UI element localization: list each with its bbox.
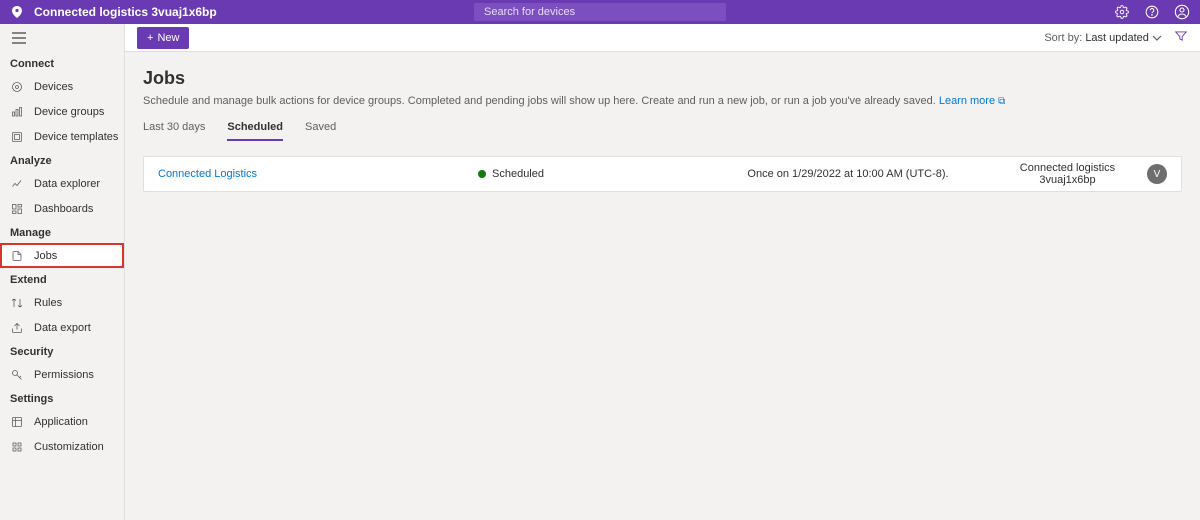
- data-explorer-icon: [10, 177, 24, 191]
- job-schedule: Once on 1/29/2022 at 10:00 AM (UTC-8).: [698, 168, 998, 180]
- page-body: Jobs Schedule and manage bulk actions fo…: [125, 52, 1200, 204]
- application-icon: [10, 415, 24, 429]
- location-pin-icon: [10, 6, 24, 18]
- job-status: Scheduled: [478, 168, 698, 180]
- command-bar: + New Sort by: Last updated: [125, 24, 1200, 52]
- account-icon[interactable]: [1174, 4, 1190, 20]
- sidebar-item-label: Customization: [34, 441, 104, 453]
- main-content: + New Sort by: Last updated Jobs Sche: [125, 24, 1200, 520]
- sidebar-item-device-templates[interactable]: Device templates: [0, 124, 124, 149]
- jobs-list: Connected LogisticsScheduledOnce on 1/29…: [143, 156, 1182, 192]
- sidebar-item-dashboards[interactable]: Dashboards: [0, 196, 124, 221]
- filter-icon[interactable]: [1174, 29, 1188, 46]
- page-title: Jobs: [143, 68, 1182, 89]
- page-description: Schedule and manage bulk actions for dev…: [143, 95, 1182, 107]
- customization-icon: [10, 440, 24, 454]
- tab-last-30-days[interactable]: Last 30 days: [143, 121, 205, 141]
- sidebar-item-customization[interactable]: Customization: [0, 434, 124, 459]
- job-owner-avatar[interactable]: V: [1147, 164, 1167, 184]
- sort-value: Last updated: [1085, 32, 1149, 44]
- sidebar-item-device-groups[interactable]: Device groups: [0, 99, 124, 124]
- global-search[interactable]: [474, 3, 726, 21]
- help-icon[interactable]: [1144, 4, 1160, 20]
- devices-icon: [10, 80, 24, 94]
- hamburger-button[interactable]: [0, 24, 124, 52]
- dashboards-icon: [10, 202, 24, 216]
- header-actions: [1114, 4, 1190, 20]
- new-button-label: New: [157, 32, 179, 44]
- sidebar-item-label: Dashboards: [34, 203, 93, 215]
- tabs: Last 30 days Scheduled Saved: [143, 121, 1182, 142]
- sidebar-item-devices[interactable]: Devices: [0, 74, 124, 99]
- permissions-icon: [10, 368, 24, 382]
- job-app: Connected logistics 3vuaj1x6bp: [998, 162, 1137, 186]
- plus-icon: +: [147, 32, 153, 44]
- app-title: Connected logistics 3vuaj1x6bp: [34, 5, 217, 19]
- tab-saved[interactable]: Saved: [305, 121, 336, 141]
- sidebar-item-label: Data explorer: [34, 178, 100, 190]
- sidebar-item-label: Device groups: [34, 106, 104, 118]
- sidebar-group-label: Extend: [0, 268, 124, 290]
- device-templates-icon: [10, 130, 24, 144]
- sidebar-item-permissions[interactable]: Permissions: [0, 362, 124, 387]
- data-export-icon: [10, 321, 24, 335]
- sidebar-item-label: Device templates: [34, 131, 118, 143]
- sidebar-item-label: Jobs: [34, 250, 57, 262]
- sidebar: Connect Devices Device groups Device templa…: [0, 24, 125, 520]
- sidebar-item-label: Application: [34, 416, 88, 428]
- external-link-icon: ⧉: [998, 96, 1005, 107]
- sidebar-group-label: Connect: [0, 52, 124, 74]
- job-row[interactable]: Connected LogisticsScheduledOnce on 1/29…: [144, 157, 1181, 191]
- new-button[interactable]: + New: [137, 27, 189, 49]
- learn-more-link[interactable]: Learn more: [939, 95, 995, 107]
- job-name-link[interactable]: Connected Logistics: [158, 168, 478, 180]
- sort-prefix: Sort by:: [1044, 32, 1082, 44]
- device-groups-icon: [10, 105, 24, 119]
- app-header: Connected logistics 3vuaj1x6bp: [0, 0, 1200, 24]
- settings-icon[interactable]: [1114, 4, 1130, 20]
- jobs-icon: [10, 249, 24, 263]
- sidebar-item-application[interactable]: Application: [0, 409, 124, 434]
- sidebar-item-label: Rules: [34, 297, 62, 309]
- sort-control[interactable]: Sort by: Last updated: [1044, 29, 1188, 46]
- sidebar-item-label: Data export: [34, 322, 91, 334]
- sidebar-group-label: Security: [0, 340, 124, 362]
- status-dot-icon: [478, 170, 486, 178]
- sidebar-group-label: Analyze: [0, 149, 124, 171]
- sidebar-item-data-explorer[interactable]: Data explorer: [0, 171, 124, 196]
- sidebar-item-jobs[interactable]: Jobs: [0, 243, 124, 268]
- page-description-text: Schedule and manage bulk actions for dev…: [143, 95, 939, 107]
- chevron-down-icon: [1152, 33, 1162, 45]
- rules-icon: [10, 296, 24, 310]
- sidebar-item-rules[interactable]: Rules: [0, 290, 124, 315]
- sidebar-group-label: Manage: [0, 221, 124, 243]
- tab-scheduled[interactable]: Scheduled: [227, 121, 283, 141]
- sidebar-item-label: Permissions: [34, 369, 94, 381]
- sidebar-item-label: Devices: [34, 81, 73, 93]
- sidebar-item-data-export[interactable]: Data export: [0, 315, 124, 340]
- search-input[interactable]: [474, 3, 726, 21]
- sidebar-group-label: Settings: [0, 387, 124, 409]
